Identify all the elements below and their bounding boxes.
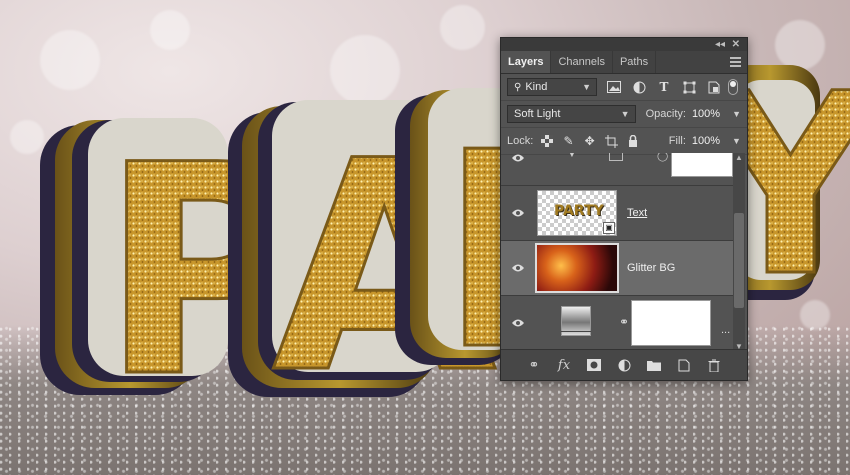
opacity-value[interactable]: 100% — [692, 108, 720, 120]
eye-icon[interactable] — [511, 153, 525, 163]
panel-menu-icon[interactable] — [730, 57, 741, 69]
lock-artboard-icon[interactable] — [604, 133, 618, 149]
scrollbar-thumb[interactable] — [734, 213, 744, 308]
opacity-chevron-icon[interactable]: ▼ — [732, 109, 741, 119]
chevron-down-icon: ▼ — [582, 82, 591, 92]
layer-thumbnail[interactable]: PARTY ▣ — [537, 190, 617, 236]
fill-layer-bar — [561, 331, 591, 336]
layers-list: ▼ ◯ PARTY ▣ Text Glitter BG ⚭ ... — [501, 153, 734, 351]
layers-scrollbar[interactable]: ▲ ▼ — [733, 153, 745, 351]
panel-titlebar[interactable]: ◂◂ ✕ — [501, 38, 747, 51]
layer-name[interactable]: Glitter BG — [627, 262, 675, 274]
search-icon: ⚲ — [514, 81, 522, 93]
eye-icon[interactable] — [511, 208, 525, 218]
tab-layers[interactable]: Layers — [501, 51, 552, 73]
filter-row: ⚲ Kind ▼ T — [501, 74, 747, 101]
type-filter-icon[interactable]: T — [656, 79, 672, 95]
link-layers-icon[interactable]: ⚭ — [526, 357, 542, 373]
more-icon: ... — [721, 324, 731, 336]
filter-toggle-switch[interactable] — [728, 79, 738, 95]
lock-image-pixels-icon[interactable]: ✎ — [562, 133, 574, 149]
layers-panel: ◂◂ ✕ Layers Channels Paths ⚲ Kind ▼ T So… — [500, 37, 748, 381]
blend-row: Soft Light ▼ Opacity: 100% ▼ — [501, 101, 747, 128]
scroll-up-icon[interactable]: ▲ — [733, 153, 745, 162]
lock-all-icon[interactable] — [627, 133, 639, 149]
add-mask-icon[interactable] — [586, 357, 602, 373]
fx-icon[interactable]: fx — [556, 357, 572, 373]
lock-position-icon[interactable]: ✥ — [584, 133, 596, 149]
new-adjustment-layer-icon[interactable] — [616, 357, 632, 373]
smart-object-badge-icon: ▣ — [603, 222, 615, 234]
layer-thumbnail[interactable] — [535, 243, 619, 293]
layer-row[interactable]: ▼ ◯ — [501, 153, 734, 186]
tab-paths[interactable]: Paths — [613, 51, 657, 73]
image-filter-icon[interactable] — [606, 79, 622, 95]
layer-row-glitter-bg[interactable]: Glitter BG — [501, 241, 734, 296]
fill-label: Fill: — [668, 135, 686, 147]
gradient-fill-thumbnail[interactable] — [561, 306, 591, 336]
opacity-label: Opacity: — [645, 108, 686, 120]
fill-value[interactable]: 100% — [692, 135, 720, 147]
close-icon[interactable]: ✕ — [732, 38, 740, 51]
new-layer-icon[interactable] — [676, 357, 692, 373]
layer-row-text[interactable]: PARTY ▣ Text — [501, 186, 734, 241]
filter-kind-label: Kind — [525, 81, 548, 93]
lock-row: Lock: ✎ ✥ Fill: 100% ▼ — [501, 128, 747, 155]
shape-filter-icon[interactable] — [681, 79, 697, 95]
layer-row-gradient-fill[interactable]: ⚭ ... — [501, 296, 734, 351]
filter-kind-select[interactable]: ⚲ Kind ▼ — [507, 78, 597, 96]
chevron-down-icon: ▼ — [620, 109, 630, 119]
blend-mode-value: Soft Light — [514, 108, 561, 120]
lock-transparent-pixels-icon[interactable] — [541, 133, 554, 149]
smart-object-filter-icon[interactable] — [706, 79, 722, 95]
link-chain-icon[interactable]: ◯ — [657, 153, 668, 162]
thumbnail-text: PARTY — [554, 203, 604, 219]
trash-icon[interactable] — [706, 357, 722, 373]
fill-chevron-icon[interactable]: ▼ — [732, 136, 741, 146]
eye-icon[interactable] — [511, 263, 525, 273]
link-chain-icon[interactable]: ⚭ — [619, 315, 629, 329]
panel-footer: ⚭ fx — [501, 349, 747, 380]
new-group-icon[interactable] — [646, 357, 662, 373]
layer-name[interactable]: Text — [627, 207, 647, 219]
eye-icon[interactable] — [511, 318, 525, 328]
levels-thumb-icon — [609, 153, 623, 161]
lock-label: Lock: — [507, 135, 534, 147]
tab-channels[interactable]: Channels — [551, 51, 613, 73]
blend-mode-select[interactable]: Soft Light ▼ — [507, 105, 636, 123]
adjustment-icon: ▼ — [567, 153, 577, 160]
panel-tabs: Layers Channels Paths — [501, 51, 747, 74]
layer-mask-thumbnail[interactable] — [671, 153, 733, 177]
collapse-icon[interactable]: ◂◂ — [715, 38, 725, 51]
layer-mask-thumbnail[interactable] — [631, 300, 711, 346]
adjustment-filter-icon[interactable] — [631, 79, 647, 95]
